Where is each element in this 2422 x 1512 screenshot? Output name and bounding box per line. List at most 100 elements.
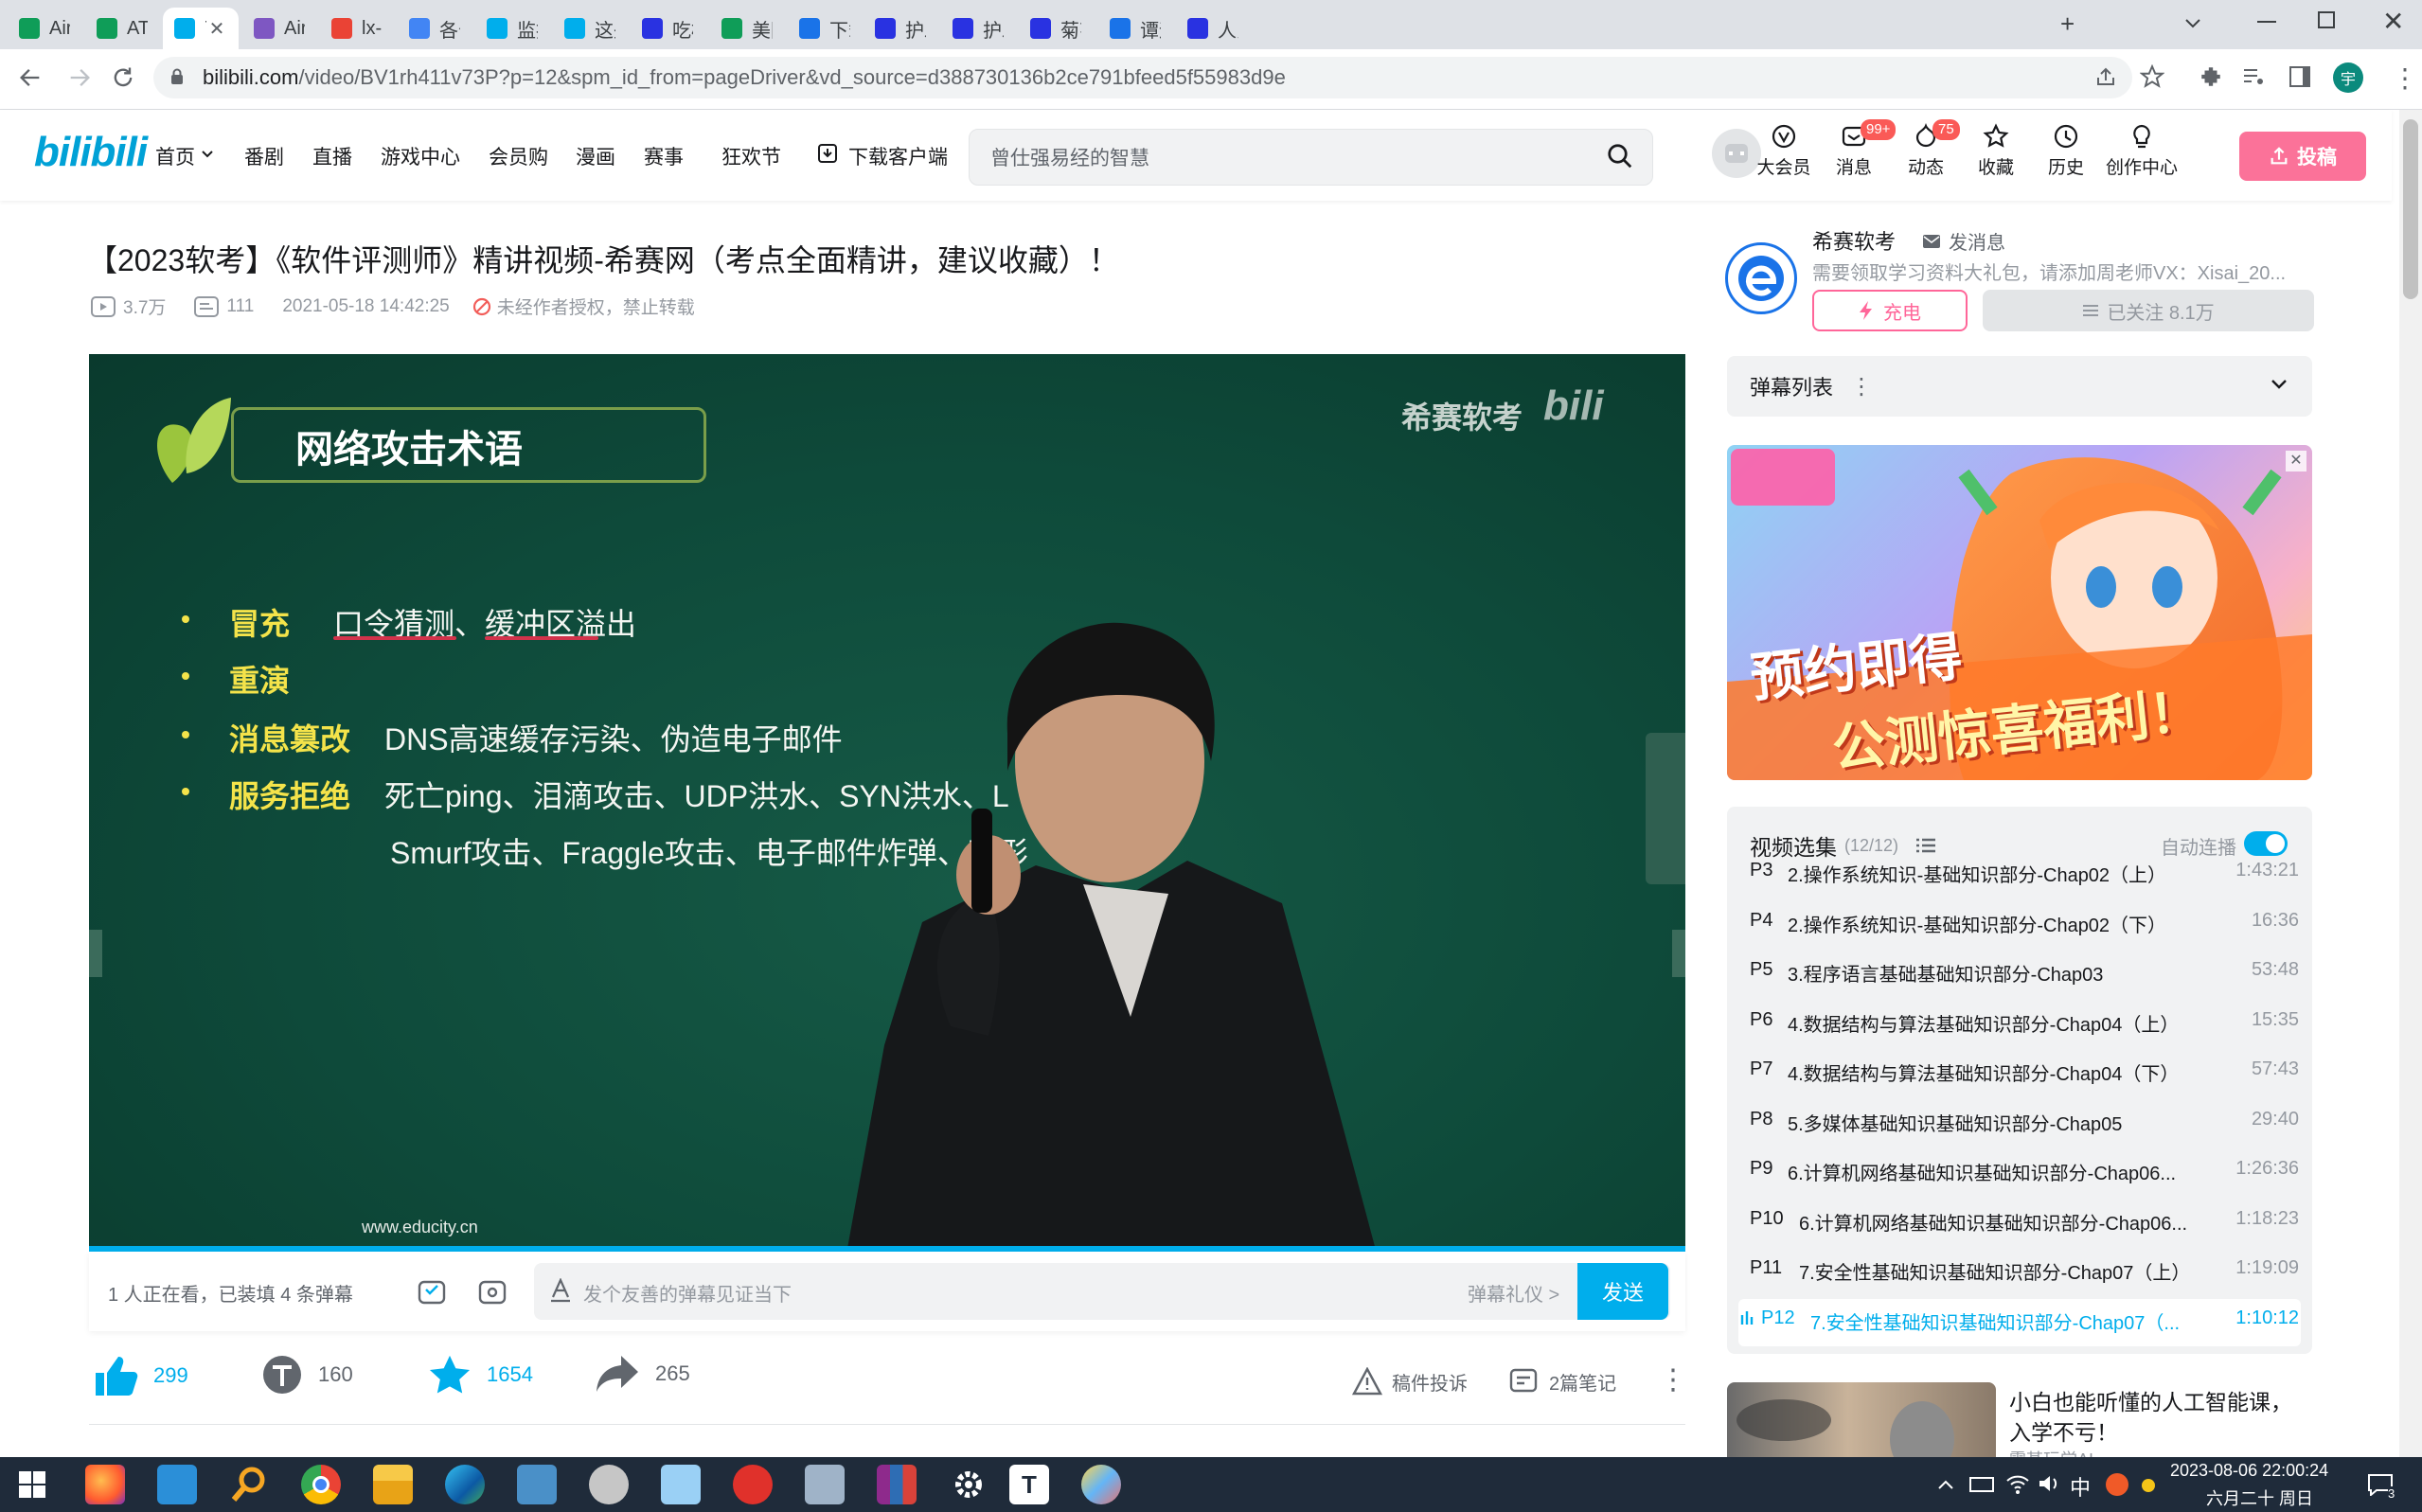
bookmark-star-icon[interactable]	[2140, 64, 2164, 89]
notes-app-icon[interactable]	[661, 1465, 701, 1504]
header-history-button[interactable]: 历史	[2033, 123, 2099, 189]
recommend-thumbnail[interactable]	[1727, 1382, 1996, 1458]
file-explorer-icon[interactable]	[373, 1465, 413, 1504]
clock-app-icon[interactable]	[589, 1465, 629, 1504]
nav-item[interactable]: 下载客户端	[848, 142, 948, 170]
extensions-icon[interactable]	[2199, 64, 2223, 89]
tray-chevron-up-icon[interactable]	[1937, 1479, 1954, 1490]
photos-icon[interactable]	[157, 1465, 197, 1504]
ad-close-icon[interactable]: ✕	[2286, 451, 2306, 471]
charge-button[interactable]: 充电	[1812, 290, 1968, 331]
episode-item[interactable]: P6 4.数据结构与算法基础知识部分-Chap04（上） 15:35	[1750, 1009, 2299, 1037]
browser-tab[interactable]: 人民	[1176, 8, 1250, 49]
video-player[interactable]: 网络攻击术语 希赛软考 bili 冒充 口令猜测、缓冲区溢出 重演 消息篡改 DNS高速…	[89, 354, 1685, 1250]
share-button[interactable]: 265	[595, 1354, 690, 1394]
address-bar[interactable]: bilibili.com/video/BV1rh411v73P?p=12&spm…	[153, 57, 2132, 98]
player-next-page-icon[interactable]	[1672, 930, 1685, 977]
upload-button[interactable]: 投稿	[2239, 132, 2366, 181]
browser-tab[interactable]: 护发	[941, 8, 1015, 49]
danmaku-etiquette-link[interactable]: 弹幕礼仪 >	[1468, 1279, 1559, 1307]
remote-desktop-icon[interactable]	[805, 1465, 845, 1504]
paint-icon[interactable]	[1081, 1465, 1121, 1504]
volume-icon[interactable]	[2038, 1473, 2062, 1494]
media-control-icon[interactable]	[2242, 66, 2265, 87]
reload-icon[interactable]	[110, 64, 136, 91]
send-message-link[interactable]: 发消息	[1922, 227, 2005, 255]
sogou-icon[interactable]	[2106, 1473, 2128, 1496]
nav-item[interactable]: 漫画	[576, 142, 615, 170]
app-icon[interactable]	[517, 1465, 557, 1504]
nav-item[interactable]: 游戏中心	[381, 142, 460, 170]
firefox-icon[interactable]	[85, 1465, 125, 1504]
wifi-icon[interactable]	[2005, 1473, 2030, 1494]
episode-item[interactable]: P5 3.程序语言基础基础知识部分-Chap03 53:48	[1750, 959, 2299, 987]
browser-tab[interactable]: 护发	[864, 8, 937, 49]
browser-tab[interactable]: 这些	[553, 8, 627, 49]
nav-item[interactable]: 首页	[155, 142, 195, 170]
browser-tab[interactable]: 菊花	[1019, 8, 1093, 49]
scrollbar-thumb[interactable]	[2403, 119, 2418, 299]
nav-item[interactable]: 会员购	[489, 142, 548, 170]
player-side-tools[interactable]	[1646, 733, 1685, 884]
browser-tab[interactable]: ATEI	[85, 8, 159, 49]
uploader-name[interactable]: 希赛软考	[1812, 225, 1896, 256]
kebab-menu-icon[interactable]: ⋮	[2392, 62, 2418, 94]
profile-avatar[interactable]: 宇	[2333, 62, 2363, 93]
header-message-button[interactable]: 消息 99+	[1821, 119, 1897, 189]
report-button[interactable]: 稿件投诉	[1352, 1367, 1468, 1396]
header-dynamic-button[interactable]: 动态 75	[1893, 119, 1960, 189]
danmaku-style-icon[interactable]	[549, 1278, 572, 1303]
search-app-icon[interactable]	[229, 1465, 269, 1504]
episode-item[interactable]: P10 6.计算机网络基础知识基础知识部分-Chap06... 1:18:23	[1750, 1208, 2299, 1236]
taskbar-clock-date[interactable]: 六月二十 周日	[2206, 1485, 2313, 1510]
danmaku-settings-icon[interactable]	[477, 1276, 508, 1307]
coin-button[interactable]: 160	[261, 1354, 353, 1396]
episode-item[interactable]: P12 7.安全性基础知识基础知识部分-Chap07（... 1:10:12	[1740, 1307, 2299, 1335]
notes-button[interactable]: 2篇笔记	[1509, 1367, 1616, 1396]
page-scrollbar[interactable]	[2399, 110, 2422, 1457]
windows-start-icon[interactable]	[19, 1471, 45, 1498]
typora-icon[interactable]: T	[1009, 1465, 1049, 1504]
browser-tab[interactable]: 吃桃	[631, 8, 704, 49]
danmaku-list-panel[interactable]: 弹幕列表 ⋮	[1727, 356, 2312, 417]
recommend-title-1[interactable]: 小白也能听懂的人工智能课，	[2009, 1384, 2292, 1416]
chevron-down-icon[interactable]	[2271, 379, 2288, 390]
nav-item[interactable]: 直播	[312, 142, 352, 170]
chrome-icon[interactable]	[301, 1465, 341, 1504]
browser-tab[interactable]: 监控	[475, 8, 549, 49]
forward-icon[interactable]	[66, 64, 93, 91]
episode-item[interactable]: P11 7.安全性基础知识基础知识部分-Chap07（上） 1:19:09	[1750, 1257, 2299, 1285]
episode-item[interactable]: P9 6.计算机网络基础知识基础知识部分-Chap06... 1:26:36	[1750, 1158, 2299, 1185]
settings-gear-icon[interactable]	[949, 1465, 988, 1504]
search-icon[interactable]	[1606, 142, 1634, 170]
restore-button[interactable]	[2318, 11, 2335, 28]
nav-item[interactable]: 番剧	[244, 142, 284, 170]
browser-tab[interactable]: 各个	[398, 8, 472, 49]
player-prev-page-icon[interactable]	[89, 930, 102, 977]
browser-tab[interactable]: Airm	[242, 8, 316, 49]
browser-tab[interactable]: 下载	[788, 8, 862, 49]
episode-item[interactable]: P8 5.多媒体基础知识基础知识部分-Chap05 29:40	[1750, 1109, 2299, 1136]
winrar-icon[interactable]	[877, 1465, 917, 1504]
foxit-icon[interactable]	[733, 1465, 773, 1504]
ime-indicator[interactable]: 中	[2070, 1471, 2091, 1502]
header-bulb-button[interactable]: 创作中心	[2106, 123, 2178, 189]
ad-banner[interactable]: ✕ 预约即得 公测惊喜福利！	[1727, 445, 2312, 780]
recommend-title-2[interactable]: 入学不亏！	[2009, 1414, 2118, 1447]
browser-tab[interactable]: Airm	[8, 8, 81, 49]
back-icon[interactable]	[17, 64, 44, 91]
like-button[interactable]: 299	[93, 1354, 188, 1397]
battery-icon[interactable]	[1969, 1477, 1994, 1492]
close-tab-icon[interactable]: ✕	[206, 17, 227, 41]
favorite-button[interactable]: 1654	[428, 1354, 533, 1396]
share-icon[interactable]	[2094, 66, 2117, 89]
header-vip-button[interactable]: 大会员	[1751, 123, 1817, 189]
search-input[interactable]: 曾仕强易经的智慧	[969, 129, 1653, 186]
taskbar-clock-time[interactable]: 2023-08-06 22:00:24	[2170, 1461, 2328, 1481]
close-window-button[interactable]: ✕	[2382, 6, 2404, 37]
episode-item[interactable]: P4 2.操作系统知识-基础知识部分-Chap02（下） 16:36	[1750, 910, 2299, 937]
browser-tab[interactable]: 7✕	[163, 8, 239, 49]
edge-icon[interactable]	[445, 1465, 485, 1504]
browser-tab[interactable]: lx-m	[320, 8, 394, 49]
tab-search-button[interactable]	[2182, 11, 2204, 34]
